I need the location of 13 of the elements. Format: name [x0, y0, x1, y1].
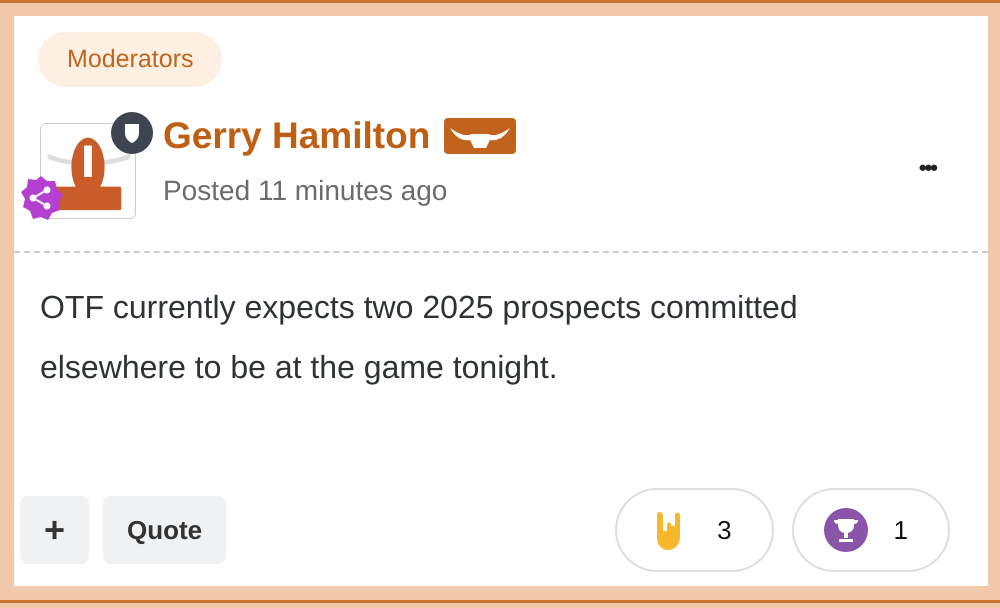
more-menu[interactable]: •••	[918, 155, 936, 181]
share-icon	[18, 175, 64, 221]
reaction-button[interactable]: 3	[615, 488, 774, 572]
shield-icon	[110, 111, 154, 155]
add-button[interactable]: +	[20, 496, 90, 564]
trophy-icon	[824, 508, 868, 552]
longhorn-badge-icon	[444, 118, 516, 154]
post-time: Posted 11 minutes ago	[163, 175, 448, 207]
quote-button[interactable]: Quote	[103, 496, 226, 564]
author-name[interactable]: Gerry Hamilton	[163, 115, 430, 157]
reaction-button[interactable]: 1	[792, 488, 950, 572]
post-body: OTF currently expects two 2025 prospects committed elsewhere to be at the game tonight.	[40, 288, 799, 387]
group-label: Moderators	[38, 32, 222, 87]
